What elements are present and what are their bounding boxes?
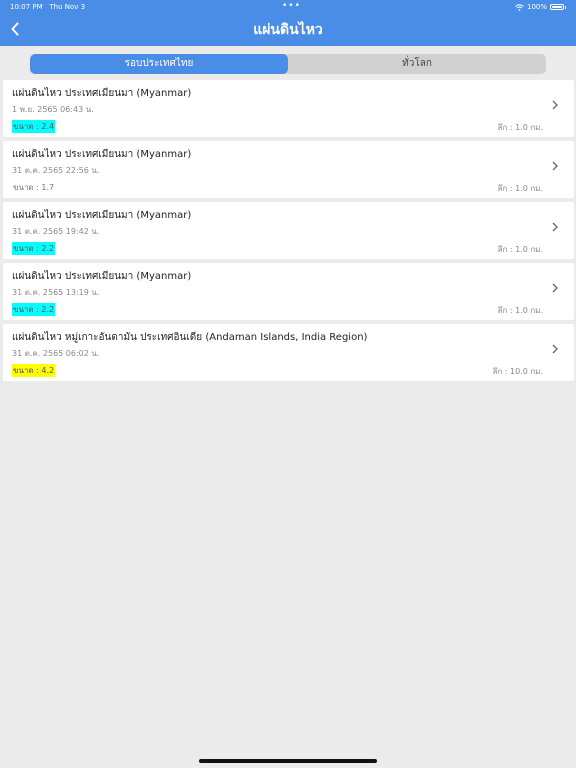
chevron-right-icon	[552, 161, 558, 171]
list-item[interactable]: แผ่นดินไหว หมู่เกาะอันดามัน ประเทศอินเดี…	[3, 324, 574, 381]
quake-magnitude: ขนาด : 4.2	[12, 364, 56, 377]
quake-depth: ลึก : 1.0 กม.	[497, 245, 543, 254]
list-item[interactable]: แผ่นดินไหว ประเทศเมียนมา (Myanmar) 31 ต.…	[3, 141, 574, 198]
list-item[interactable]: แผ่นดินไหว ประเทศเมียนมา (Myanmar) 31 ต.…	[3, 202, 574, 259]
home-indicator[interactable]	[199, 759, 377, 763]
wifi-icon	[515, 3, 524, 11]
status-right: 100%	[515, 3, 566, 11]
quake-depth: ลึก : 1.0 กม.	[497, 184, 543, 193]
battery-percent: 100%	[526, 3, 547, 11]
quake-datetime: 1 พ.ย. 2565 06:43 น.	[12, 105, 94, 114]
tab-thailand[interactable]: รอบประเทศไทย	[30, 54, 288, 74]
status-time: 10:07 PM Thu Nov 3	[10, 3, 85, 11]
quake-title: แผ่นดินไหว ประเทศเมียนมา (Myanmar)	[12, 88, 192, 99]
status-date-text: Thu Nov 3	[49, 3, 86, 11]
quake-title: แผ่นดินไหว หมู่เกาะอันดามัน ประเทศอินเดี…	[12, 332, 368, 343]
status-bar: 10:07 PM Thu Nov 3 ••• 100%	[0, 0, 576, 14]
quake-title: แผ่นดินไหว ประเทศเมียนมา (Myanmar)	[12, 149, 192, 160]
page-title: แผ่นดินไหว	[253, 22, 323, 38]
quake-datetime: 31 ต.ค. 2565 19:42 น.	[12, 227, 100, 236]
quake-magnitude: ขนาด : 2.4	[12, 120, 56, 133]
list-item[interactable]: แผ่นดินไหว ประเทศเมียนมา (Myanmar) 31 ต.…	[3, 263, 574, 320]
quake-depth: ลึก : 1.0 กม.	[497, 123, 543, 132]
quake-magnitude: ขนาด : 2.2	[12, 303, 56, 316]
quake-datetime: 31 ต.ค. 2565 13:19 น.	[12, 288, 100, 297]
status-time-text: 10:07 PM	[10, 3, 43, 11]
quake-title: แผ่นดินไหว ประเทศเมียนมา (Myanmar)	[12, 271, 192, 282]
earthquake-list: แผ่นดินไหว ประเทศเมียนมา (Myanmar) 1 พ.ย…	[3, 80, 574, 385]
multitasking-dots-icon[interactable]: •••	[282, 1, 301, 11]
quake-depth: ลึก : 10.0 กม.	[492, 367, 543, 376]
list-item[interactable]: แผ่นดินไหว ประเทศเมียนมา (Myanmar) 1 พ.ย…	[3, 80, 574, 137]
quake-magnitude: ขนาด : 2.2	[12, 242, 56, 255]
nav-header: 10:07 PM Thu Nov 3 ••• 100% แผ่นดินไหว	[0, 0, 576, 46]
battery-nub	[565, 5, 566, 9]
chevron-right-icon	[552, 222, 558, 232]
chevron-right-icon	[552, 344, 558, 354]
quake-magnitude: ขนาด : 1.7	[13, 183, 55, 192]
quake-datetime: 31 ต.ค. 2565 06:02 น.	[12, 349, 100, 358]
chevron-right-icon	[552, 100, 558, 110]
quake-datetime: 31 ต.ค. 2565 22:56 น.	[12, 166, 100, 175]
chevron-right-icon	[552, 283, 558, 293]
quake-title: แผ่นดินไหว ประเทศเมียนมา (Myanmar)	[12, 210, 192, 221]
quake-depth: ลึก : 1.0 กม.	[497, 306, 543, 315]
region-segmented-control: รอบประเทศไทย ทั่วโลก	[30, 54, 546, 74]
tab-worldwide[interactable]: ทั่วโลก	[288, 54, 546, 74]
battery-icon	[550, 4, 564, 10]
